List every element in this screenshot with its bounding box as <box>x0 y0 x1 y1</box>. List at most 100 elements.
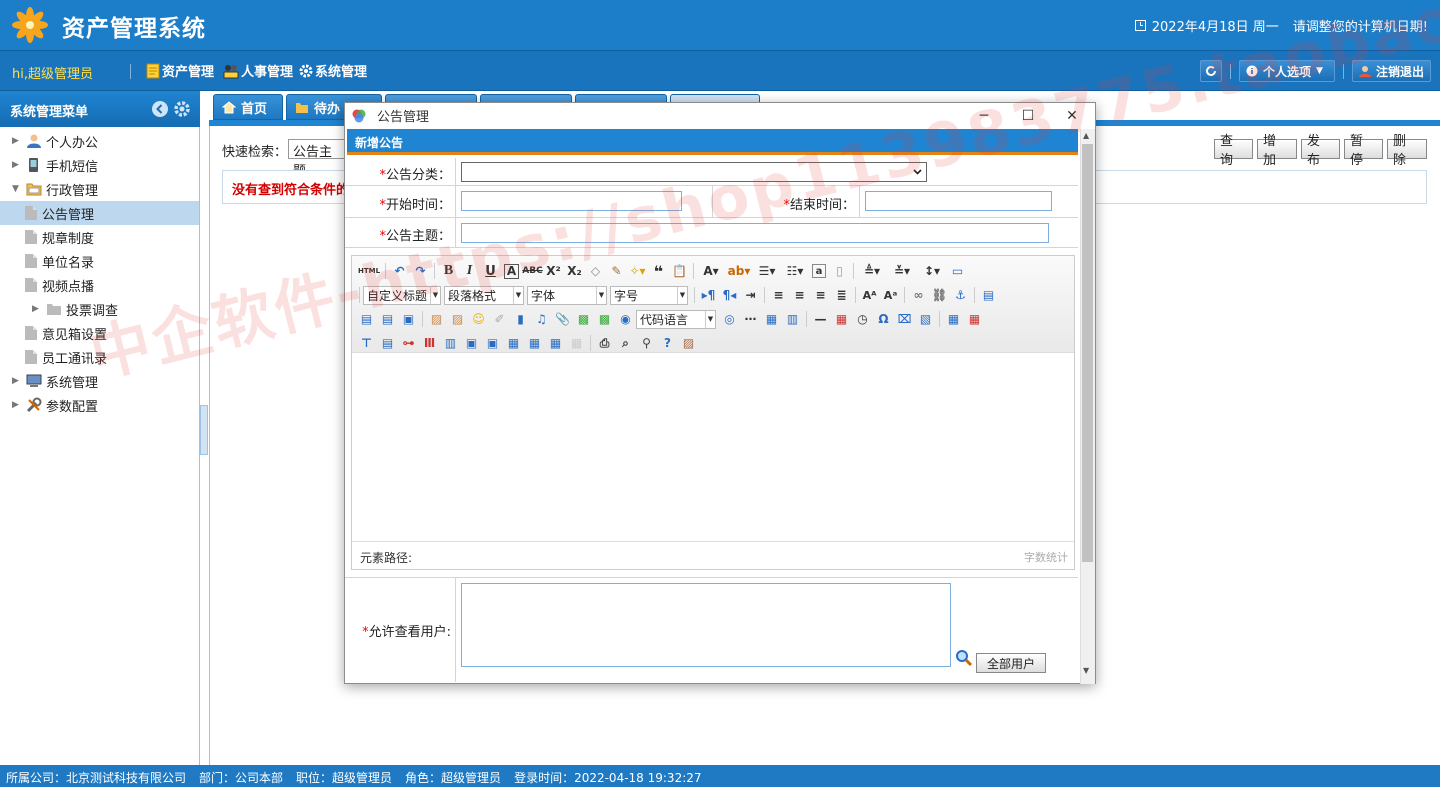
sidebar-item-contacts[interactable]: 员工通讯录 <box>0 345 199 369</box>
auto-format-icon[interactable]: ✧▾ <box>627 261 648 281</box>
align-right-icon[interactable]: ≡ <box>810 285 831 305</box>
all-users-button[interactable]: 全部用户 <box>976 653 1046 673</box>
close-button[interactable]: ✕ <box>1050 103 1094 128</box>
italic-icon[interactable]: I <box>459 261 480 281</box>
undo-icon[interactable]: ↶ <box>389 261 410 281</box>
ltr-icon[interactable]: ▸¶ <box>698 285 719 305</box>
sidebar-item-regulations[interactable]: 规章制度 <box>0 225 199 249</box>
drafts-icon[interactable]: ▨ <box>678 333 699 353</box>
query-button[interactable]: 查询 <box>1214 134 1253 168</box>
uppercase-icon[interactable]: Aᴬ <box>859 285 880 305</box>
print-icon[interactable]: ⎙ <box>594 333 615 353</box>
logout-button[interactable]: 注销退出 <box>1352 60 1431 82</box>
allowed-users-textarea[interactable] <box>461 583 951 667</box>
horizontal-rule-icon[interactable]: — <box>810 309 831 329</box>
web-app-icon[interactable]: ◎ <box>719 309 740 329</box>
merge-right-icon[interactable]: ▣ <box>482 333 503 353</box>
delete-button[interactable]: 删除 <box>1387 134 1427 168</box>
html-source-icon[interactable]: HTML <box>356 261 382 281</box>
search-icon[interactable] <box>955 649 973 667</box>
split-cols-icon[interactable]: ▦ <box>566 333 587 353</box>
sidebar-item-voting[interactable]: ▶ 投票调查 <box>0 297 199 321</box>
gmap-icon[interactable]: ▩ <box>594 309 615 329</box>
publish-button[interactable]: 发布 <box>1301 134 1340 168</box>
row-spacing-bottom-icon[interactable]: ≚▾ <box>887 261 917 281</box>
scroll-up-icon[interactable]: ▲ <box>1083 131 1089 140</box>
scrawl-icon[interactable]: ✐ <box>489 309 510 329</box>
pause-button[interactable]: 暂停 <box>1344 134 1383 168</box>
font-family-select[interactable]: 字体 ▼ <box>527 285 607 305</box>
nav-system-management[interactable]: 系统管理 <box>299 61 367 80</box>
underline-icon[interactable]: U <box>480 261 501 281</box>
minimize-button[interactable]: ─ <box>962 103 1006 128</box>
print-preview-icon[interactable]: ⌕ <box>615 333 636 353</box>
font-border-icon[interactable]: A <box>504 263 519 279</box>
select-all-icon[interactable]: a <box>812 264 826 278</box>
quick-search-select[interactable]: 公告主题 <box>288 139 348 179</box>
insert-image-icon[interactable]: ▨ <box>426 309 447 329</box>
sidebar-item-admin[interactable]: ▼ 行政管理 <box>0 177 199 201</box>
image-left-icon[interactable]: ▤ <box>356 309 377 329</box>
music-icon[interactable]: ♫ <box>531 309 552 329</box>
delete-row-icon[interactable]: ⊶ <box>398 333 419 353</box>
emoticon-icon[interactable]: ☺ <box>468 309 489 329</box>
sidebar-item-video[interactable]: 视频点播 <box>0 273 199 297</box>
refresh-button[interactable] <box>1200 60 1222 82</box>
image-float-none-icon[interactable]: ▤ <box>978 285 999 305</box>
lowercase-icon[interactable]: Aᵃ <box>880 285 901 305</box>
nav-asset-management[interactable]: 资产管理 <box>146 61 214 80</box>
sidebar-item-suggestion-box[interactable]: 意见箱设置 <box>0 321 199 345</box>
format-brush-icon[interactable]: ✎ <box>606 261 627 281</box>
maximize-button[interactable]: ☐ <box>1006 103 1050 128</box>
line-height-icon[interactable]: ↕▾ <box>917 261 947 281</box>
unordered-list-icon[interactable]: ☷▾ <box>781 261 809 281</box>
attachment-icon[interactable]: 📎 <box>552 309 573 329</box>
insert-frame-icon[interactable]: ◉ <box>615 309 636 329</box>
clear-doc-icon[interactable]: ▯ <box>829 261 850 281</box>
snap-screen-icon[interactable]: ⌧ <box>894 309 915 329</box>
sidebar-item-params[interactable]: ▶ 参数配置 <box>0 393 199 417</box>
collapse-icon[interactable] <box>152 101 168 117</box>
sidebar-item-system[interactable]: ▶ 系统管理 <box>0 369 199 393</box>
map-icon[interactable]: ▩ <box>573 309 594 329</box>
superscript-icon[interactable]: X² <box>543 261 564 281</box>
template-icon[interactable]: ▦ <box>761 309 782 329</box>
align-center-icon[interactable]: ≡ <box>789 285 810 305</box>
subscript-icon[interactable]: X₂ <box>564 261 585 281</box>
start-time-input[interactable] <box>461 191 682 211</box>
insert-table-icon[interactable]: ▦ <box>943 309 964 329</box>
multi-image-icon[interactable]: ▨ <box>447 309 468 329</box>
sidebar-item-directory[interactable]: 单位名录 <box>0 249 199 273</box>
unlink-icon[interactable]: ⛓ <box>929 285 950 305</box>
code-language-select[interactable]: 代码语言 ▼ <box>636 309 716 329</box>
link-icon[interactable]: ∞ <box>908 285 929 305</box>
tab-home[interactable]: 首页 <box>213 94 283 120</box>
preview-icon[interactable]: ▭ <box>947 261 968 281</box>
eraser-icon[interactable]: ◇ <box>585 261 606 281</box>
highlight-color-icon[interactable]: ab▾ <box>725 261 753 281</box>
sidebar-item-personal-office[interactable]: ▶ 个人办公 <box>0 129 199 153</box>
sidebar-splitter-handle[interactable] <box>200 405 208 455</box>
redo-icon[interactable]: ↷ <box>410 261 431 281</box>
insert-video-icon[interactable]: ▮ <box>510 309 531 329</box>
indent-icon[interactable]: ⇥ <box>740 285 761 305</box>
blockquote-icon[interactable]: ❝ <box>648 261 669 281</box>
end-time-input[interactable] <box>865 191 1052 211</box>
rtl-icon[interactable]: ¶◂ <box>719 285 740 305</box>
strikethrough-icon[interactable]: ABC <box>522 261 543 281</box>
date-icon[interactable]: ▦ <box>831 309 852 329</box>
paragraph-format-select[interactable]: 段落格式 ▼ <box>444 285 524 305</box>
merge-cells-icon[interactable]: ▣ <box>461 333 482 353</box>
paste-text-icon[interactable]: 📋 <box>669 261 690 281</box>
nav-hr-management[interactable]: 人事管理 <box>223 61 293 80</box>
scrollbar-thumb[interactable] <box>1082 144 1093 562</box>
delete-table-icon[interactable]: ▦ <box>964 309 985 329</box>
page-break-icon[interactable]: ⋯ <box>740 309 761 329</box>
merge-down-icon[interactable]: ▦ <box>503 333 524 353</box>
insert-row-icon[interactable]: ▤ <box>377 333 398 353</box>
subject-input[interactable] <box>461 223 1049 243</box>
scroll-down-icon[interactable]: ▼ <box>1083 666 1089 675</box>
anchor-icon[interactable]: ⚓ <box>950 285 971 305</box>
insert-col-icon[interactable]: Ⅲ <box>419 333 440 353</box>
sidebar-item-sms[interactable]: ▶ 手机短信 <box>0 153 199 177</box>
